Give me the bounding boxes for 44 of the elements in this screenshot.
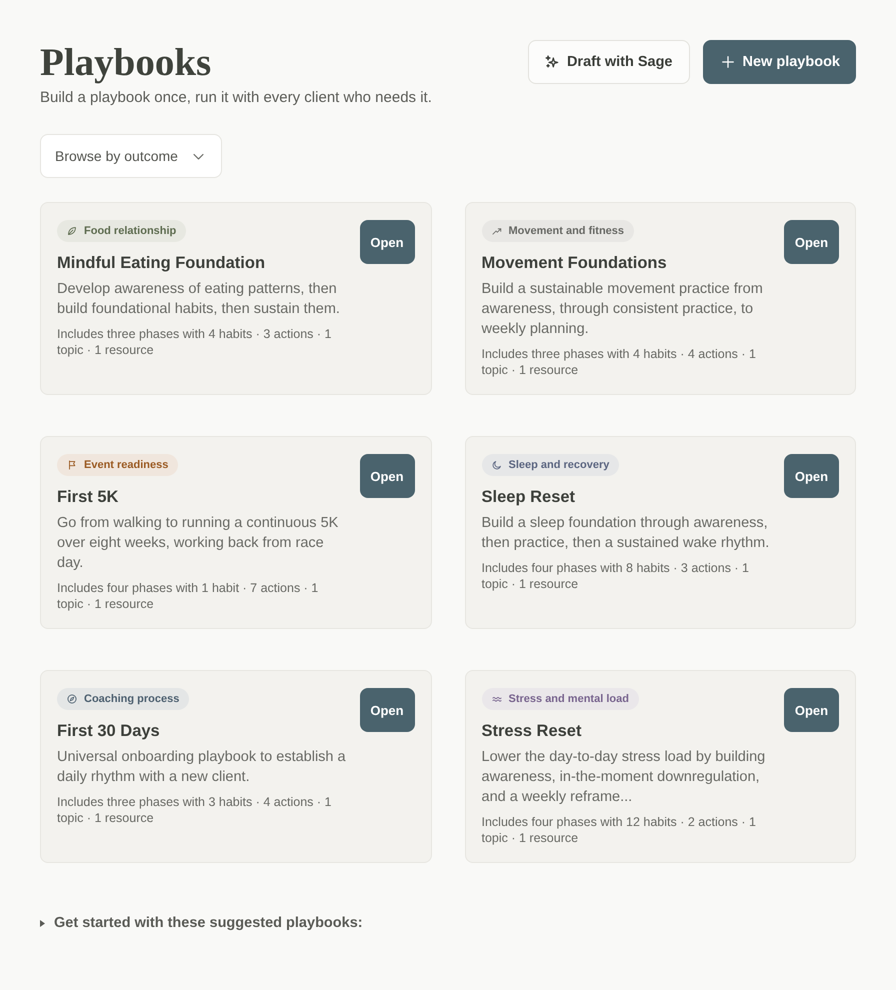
moon-icon: [492, 460, 502, 470]
playbook-summary: Includes four phases with 12 habits · 2 actions · 1 topic · 1 resource: [482, 814, 757, 846]
playbook-description: Go from walking to running a continuous 5K over eight weeks, working back from race day.: [57, 514, 340, 573]
sparkle-icon: [544, 55, 559, 69]
playbook-description: Build a sleep foundation through awareness, then practice, then a sustained wake rhythm.: [482, 514, 770, 553]
category-label: Stress and mental load: [508, 693, 629, 705]
playbook-title: Movement Foundations: [482, 253, 668, 274]
playbook-description: Build a sustainable movement practice from awareness, through consistent practice, to weekly planning.: [482, 280, 764, 339]
plus-icon: [720, 55, 734, 69]
playbook-title: First 30 Days: [57, 721, 161, 742]
new-playbook-button[interactable]: New playbook: [702, 40, 856, 84]
open-button[interactable]: Open: [784, 688, 839, 732]
category-label: Event readiness: [84, 459, 168, 471]
playbook-summary: Includes three phases with 4 habits · 3 actions · 1 topic · 1 resource: [57, 326, 332, 358]
leaf-icon: [67, 226, 77, 236]
playbook-summary: Includes three phases with 4 habits · 4 actions · 1 topic · 1 resource: [482, 346, 757, 378]
playbook-summary: Includes three phases with 3 habits · 4 actions · 1 topic · 1 resource: [57, 794, 332, 826]
flag-icon: [67, 460, 77, 470]
suggested-playbooks-toggle[interactable]: Get started with these suggested playbooks:: [40, 915, 363, 931]
playbook-title: First 5K: [57, 487, 120, 508]
playbook-summary: Includes four phases with 8 habits · 3 actions · 1 topic · 1 resource: [482, 560, 750, 592]
wave-icon: [492, 694, 502, 704]
open-button[interactable]: Open: [360, 454, 414, 498]
open-button[interactable]: Open: [784, 220, 839, 264]
playbook-description: Lower the day-to-day stress load by building awareness, in-the-moment downregulation, and a weekly reframe...: [482, 748, 766, 807]
playbook-description: Universal onboarding playbook to establish a daily rhythm with a new client.: [57, 748, 347, 787]
category-label: Sleep and recovery: [508, 459, 610, 471]
trend-arrow-icon: [492, 226, 502, 236]
playbook-description: Develop awareness of eating patterns, then build foundational habits, then sustain them.: [57, 280, 341, 319]
playbook-summary: Includes four phases with 1 habit · 7 actions · 1 topic · 1 resource: [57, 580, 320, 612]
draft-button[interactable]: Draft with Sage: [528, 40, 690, 84]
compass-icon: [67, 694, 77, 704]
open-button[interactable]: Open: [784, 454, 839, 498]
category-label: Food relationship: [84, 225, 176, 237]
outcome-dropdown[interactable]: Browse by outcome: [40, 134, 222, 178]
playbook-title: Stress Reset: [482, 721, 582, 742]
playbook-title: Mindful Eating Foundation: [57, 253, 266, 274]
open-button[interactable]: Open: [360, 688, 414, 732]
category-label: Coaching process: [84, 693, 180, 705]
category-label: Movement and fitness: [508, 225, 624, 237]
page-subtitle: Build a playbook once, run it with every client who needs it.: [40, 88, 432, 108]
open-button[interactable]: Open: [360, 220, 414, 264]
page-title: Playbooks: [40, 40, 212, 86]
playbook-title: Sleep Reset: [482, 487, 576, 508]
